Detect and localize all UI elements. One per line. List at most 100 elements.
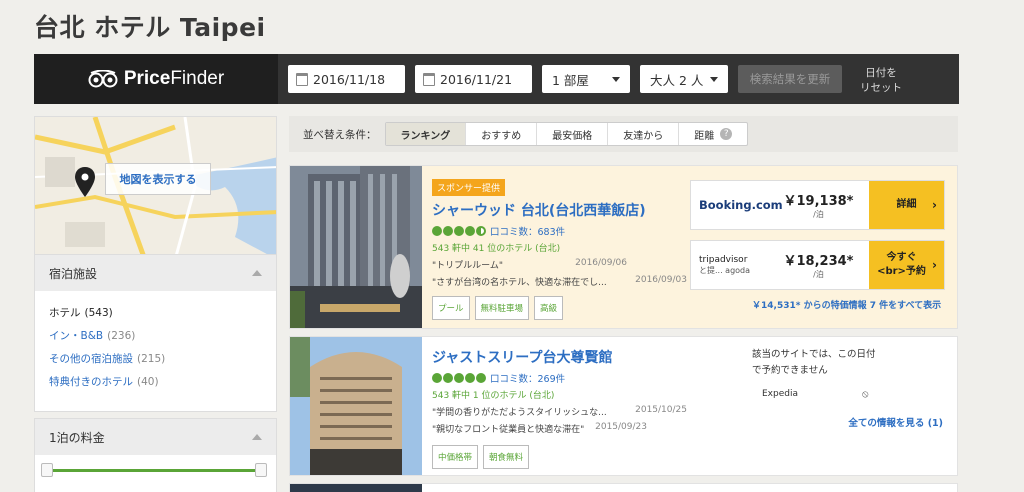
filter-item-count: (236) bbox=[107, 329, 136, 342]
sort-tabs: ランキング おすすめ 最安価格 友達から 距離 ? bbox=[384, 122, 749, 146]
deal-offer[interactable]: Booking.com ￥19,138* /泊 詳細 › bbox=[690, 180, 945, 230]
rating-bubble-icon bbox=[443, 226, 453, 236]
filter-item-label: その他の宿泊施設 bbox=[49, 353, 133, 365]
rating-bubble-icon bbox=[476, 373, 486, 383]
price-filter-title: 1泊の料金 bbox=[49, 430, 105, 445]
hotel-photo-image bbox=[290, 166, 422, 328]
price-slider-min-handle[interactable] bbox=[41, 463, 53, 477]
view-deal-label: 詳細 bbox=[896, 199, 917, 210]
review-text: "学問の香りがただようスタイリッシュな... bbox=[432, 408, 607, 418]
help-icon[interactable]: ? bbox=[720, 128, 733, 140]
reset-dates-line1: 日付を bbox=[865, 67, 897, 79]
reset-dates-line2: リセット bbox=[860, 82, 902, 94]
hotel-name-link[interactable]: ジャストスリープ台大尊賢館 bbox=[432, 347, 687, 367]
sort-tab-lowest-price[interactable]: 最安価格 bbox=[537, 123, 609, 145]
review-snippet[interactable]: "さすが台湾の名ホテル、快適な滞在でし... 2016/09/03 bbox=[432, 275, 687, 288]
view-deal-button[interactable]: 詳細 › bbox=[869, 181, 944, 229]
filter-item-hotel[interactable]: ホテル (543) bbox=[49, 301, 262, 324]
amenity-tag[interactable]: 朝食無料 bbox=[483, 445, 530, 469]
amenity-tag[interactable]: 中価格帯 bbox=[432, 445, 479, 469]
review-date: 2015/09/23 bbox=[595, 422, 647, 432]
rating-bubbles bbox=[432, 226, 486, 236]
hotel-result-card: スポンサー提供 シャーウッド 台北(台北西華飯店) 口コミ数：683件 543 … bbox=[289, 165, 958, 329]
checkin-date-field[interactable]: 2016/11/18 bbox=[288, 65, 405, 93]
checkout-date-field[interactable]: 2016/11/21 bbox=[415, 65, 532, 93]
review-snippet[interactable]: "トリプルルーム" 2016/09/06 bbox=[432, 258, 687, 271]
rating-bubble-icon bbox=[443, 373, 453, 383]
guests-value: 大人 2 人 bbox=[650, 72, 704, 88]
rating-bubble-icon bbox=[454, 226, 464, 236]
sort-tab-distance-label: 距離 bbox=[694, 130, 715, 142]
sort-tab-recommended[interactable]: おすすめ bbox=[466, 123, 538, 145]
unavailable-message: 該当のサイトでは、この日付 で予約できません bbox=[752, 347, 952, 379]
amenity-tag[interactable]: 高級 bbox=[534, 296, 564, 320]
show-map-button[interactable]: 地図を表示する bbox=[105, 163, 211, 195]
price-slider-track[interactable] bbox=[45, 469, 263, 472]
map-preview[interactable]: 地図を表示する bbox=[34, 116, 277, 259]
hotel-name-link[interactable]: シャーウッド 台北(台北西華飯店) bbox=[432, 200, 687, 220]
deal-price: ￥18,234* bbox=[783, 254, 854, 269]
sort-tab-distance[interactable]: 距離 ? bbox=[679, 123, 747, 145]
unavailable-line2: で予約できません bbox=[752, 365, 828, 376]
lodging-filter: 宿泊施設 ホテル (543) イン・B&B (236) その他の宿泊施設 (215) … bbox=[34, 254, 277, 412]
guests-select[interactable]: 大人 2 人 bbox=[640, 65, 728, 93]
tripadvisor-agoda-logo: tripadvisor と提... agoda bbox=[691, 255, 781, 276]
amenity-tag[interactable]: プール bbox=[432, 296, 470, 320]
hotel-photo[interactable] bbox=[290, 484, 422, 492]
review-text: "トリプルルーム" bbox=[432, 261, 504, 271]
lodging-filter-header[interactable]: 宿泊施設 bbox=[35, 255, 276, 291]
sort-tab-ranking[interactable]: ランキング bbox=[385, 123, 467, 145]
filter-item-count: (40) bbox=[137, 375, 159, 388]
review-snippet[interactable]: "親切なフロント従業員と快適な滞在" 2015/09/23 bbox=[432, 422, 687, 435]
hotel-result-card bbox=[289, 483, 958, 492]
price-filter-header[interactable]: 1泊の料金 bbox=[35, 419, 276, 455]
rating-bubbles bbox=[432, 373, 486, 383]
rating-bubble-icon bbox=[432, 373, 442, 383]
sort-tab-friends[interactable]: 友達から bbox=[608, 123, 680, 145]
review-text: "さすが台湾の名ホテル、快適な滞在でし... bbox=[432, 278, 607, 288]
price-filter: 1泊の料金 bbox=[34, 418, 277, 492]
price-unit: /泊 bbox=[813, 270, 824, 279]
hotel-rank: 543 軒中 41 位のホテル (台北) bbox=[432, 244, 561, 254]
update-results-button[interactable]: 検索結果を更新 bbox=[738, 65, 842, 93]
review-count-link[interactable]: 口コミ数：683件 bbox=[490, 224, 565, 238]
view-all-info-link[interactable]: 全ての情報を見る (1) bbox=[848, 415, 943, 429]
hotel-rank: 543 軒中 1 位のホテル (台北) bbox=[432, 391, 555, 401]
deal-price: ￥19,138* bbox=[783, 194, 854, 209]
provider-name: Booking.com bbox=[699, 198, 783, 212]
unavailable-line1: 該当のサイトでは、この日付 bbox=[752, 349, 876, 360]
review-snippet[interactable]: "学問の香りがただようスタイリッシュな... 2015/10/25 bbox=[432, 405, 687, 418]
page-title: 台北 ホテル Taipei bbox=[34, 13, 266, 42]
location-pin-icon bbox=[75, 167, 95, 201]
book-now-button[interactable]: 今すぐ <br>予約 › bbox=[869, 241, 944, 289]
logo-text-bold: Price bbox=[123, 68, 171, 89]
pricefinder-logo[interactable]: PriceFinder bbox=[34, 54, 278, 104]
chevron-right-icon: › bbox=[932, 198, 937, 212]
hotel-photo[interactable] bbox=[290, 337, 422, 475]
amenity-tag[interactable]: 無料駐車場 bbox=[474, 296, 530, 320]
provider-name: Expedia bbox=[762, 389, 798, 399]
hotel-photo[interactable] bbox=[290, 166, 422, 328]
price-slider-max-handle[interactable] bbox=[255, 463, 267, 477]
review-text: "親切なフロント従業員と快適な滞在" bbox=[432, 425, 585, 435]
deal-offer[interactable]: tripadvisor と提... agoda ￥18,234* /泊 今すぐ … bbox=[690, 240, 945, 290]
lodging-filter-title: 宿泊施設 bbox=[49, 266, 98, 281]
hotel-result-card: ジャストスリープ台大尊賢館 口コミ数：269件 543 軒中 1 位のホテル (… bbox=[289, 336, 958, 476]
filter-item-other[interactable]: その他の宿泊施設 (215) bbox=[49, 347, 262, 370]
rating-bubble-icon bbox=[432, 226, 442, 236]
review-count-link[interactable]: 口コミ数：269件 bbox=[490, 371, 565, 385]
filter-item-inn-bnb[interactable]: イン・B&B (236) bbox=[49, 324, 262, 347]
reset-dates-link[interactable]: 日付を リセット bbox=[856, 66, 906, 96]
filter-item-label: ホテル bbox=[49, 307, 81, 319]
logo-text-rest: Finder bbox=[170, 68, 225, 89]
review-date: 2016/09/03 bbox=[635, 275, 687, 285]
price-unit: /泊 bbox=[813, 210, 824, 219]
rooms-select[interactable]: 1 部屋 bbox=[542, 65, 630, 93]
provider-name: tripadvisor bbox=[699, 254, 748, 265]
filter-item-label: 特典付きのホテル bbox=[49, 376, 133, 388]
filter-item-special-offer[interactable]: 特典付きのホテル (40) bbox=[49, 370, 262, 393]
sort-label: 並べ替え条件： bbox=[303, 128, 377, 141]
rating-bubble-icon bbox=[476, 226, 486, 236]
more-deals-link[interactable]: ￥14,531* からの特価情報 7 件をすべて表示 bbox=[752, 298, 941, 311]
book-now-line2: <br>予約 bbox=[877, 266, 926, 277]
